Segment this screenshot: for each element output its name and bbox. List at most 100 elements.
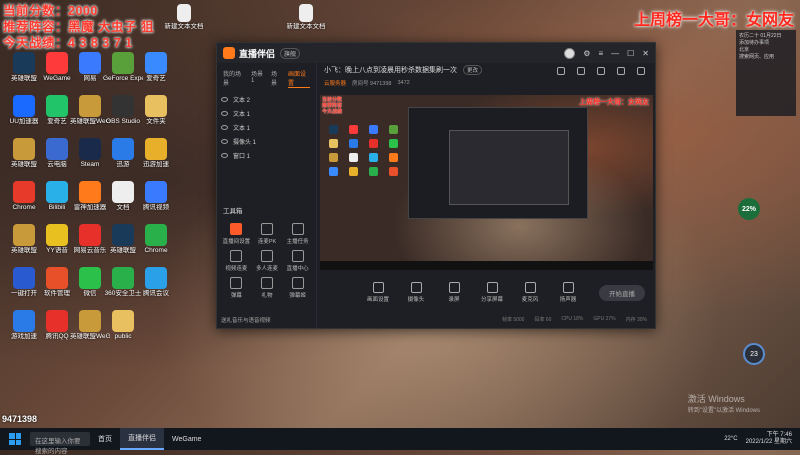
app-icon (46, 267, 68, 289)
desktop-icon-label: 爱奇艺 (146, 75, 166, 82)
preview-icon (348, 139, 358, 148)
system-tray: 22°C 下午 7:46 2022/1/22 星期六 (724, 432, 800, 446)
app-icon (79, 181, 101, 203)
desktop-file-1[interactable]: 新建文本文档 (164, 4, 204, 31)
control-button[interactable]: 画面设置 (364, 281, 392, 303)
tool-button[interactable]: 弹幕 (221, 277, 252, 299)
lock-icon[interactable] (577, 67, 585, 75)
tool-button[interactable]: 多人连麦 (252, 250, 283, 272)
desktop-icon[interactable]: 文件夹 (136, 95, 176, 126)
share-icon[interactable] (597, 67, 605, 75)
tool-button[interactable]: 连麦PK (252, 223, 283, 245)
room-meta-tag: 云服务器 (324, 81, 347, 87)
overlay-score: 当前分数：2000 (3, 4, 98, 18)
eye-icon[interactable] (221, 138, 228, 144)
app-icon (112, 224, 134, 246)
app-icon (145, 95, 167, 117)
tool-button[interactable]: 弹幕姬 (282, 277, 313, 299)
memory-gauge[interactable]: 23 (743, 343, 765, 365)
calendar-widget[interactable]: 农历二十 01月22日 添加待办事项 北京 搜索网页、应用 (736, 30, 796, 116)
app-logo-icon (223, 47, 235, 59)
tool-icon (260, 223, 273, 235)
tool-button[interactable]: 直播中心 (282, 250, 313, 272)
cpu-gauge[interactable]: 22% (738, 198, 760, 220)
preview-icon (348, 153, 358, 162)
source-row[interactable]: 摄像头 1 (217, 134, 316, 148)
start-button[interactable] (6, 430, 24, 448)
weather-text[interactable]: 22°C (724, 436, 737, 442)
viewer-count: 9471398 (2, 414, 38, 424)
bell-icon[interactable] (617, 67, 625, 75)
tab-scene-1[interactable]: 场景1 (251, 69, 265, 88)
desktop-icon[interactable]: 迅游加速 (136, 138, 176, 169)
desktop-icon[interactable]: 腾讯会议 (136, 267, 176, 298)
tools-grid: 直播间设置 连麦PK 主播任务视频连麦 多人连麦 直播中心弹幕 礼物 弹幕姬 (221, 223, 313, 299)
app-icon (13, 95, 35, 117)
desktop-file-2[interactable]: 新建文本文档 (282, 4, 330, 31)
desktop-icon-label: public (114, 333, 132, 340)
close-icon[interactable]: ✕ (642, 49, 649, 58)
tool-button[interactable]: 主播任务 (282, 223, 313, 245)
minimize-icon[interactable]: — (611, 49, 619, 58)
version-badge[interactable]: 旗舰 (280, 47, 301, 59)
stream-overlay-stats: 当前分数：2000 推荐阵容：黑魔 大虫子 狙 今天战绩：4 3 8 3 7 1 (3, 3, 154, 51)
source-row[interactable]: 文本 1 (217, 106, 316, 120)
taskbar-app-wegame[interactable]: WeGame (164, 428, 209, 450)
settings-icon[interactable]: ⚙ (583, 49, 590, 58)
desktop-icon[interactable]: 爱奇艺 (136, 52, 176, 83)
scene-sidebar: 我的场景 场景1 场景 画面设置 文本 2 文本 1 文本 1 摄像头 1 窗口 1 工… (217, 63, 317, 328)
clock[interactable]: 下午 7:46 2022/1/22 星期六 (746, 432, 792, 446)
preview-icon (368, 125, 378, 134)
app-icon (46, 138, 68, 160)
desktop-icon-label: Chrome (144, 247, 168, 254)
preview-stat-3: 今天战绩 (322, 109, 343, 115)
edit-title-button[interactable]: 更改 (463, 65, 483, 75)
source-row[interactable]: 窗口 1 (217, 148, 316, 162)
menu-icon[interactable]: ≡ (598, 49, 603, 58)
source-row[interactable]: 文本 2 (217, 92, 316, 106)
link-icon[interactable] (637, 67, 645, 75)
control-button[interactable]: 分享屏幕 (478, 281, 506, 303)
app-name: 直播伴侣 (239, 48, 276, 59)
taskbar-app-streaming[interactable]: 直播伴侣 (120, 428, 164, 450)
control-button[interactable]: 摄像头 (402, 281, 430, 303)
tool-button[interactable]: 礼物 (252, 277, 283, 299)
control-button[interactable]: 录屏 (440, 281, 468, 303)
stream-preview[interactable]: 当前分数 推荐阵容 今天战绩 上周榜一大哥：女网友 (320, 95, 653, 270)
clock-date: 2022/1/22 星期六 (745, 439, 792, 445)
side-footer[interactable]: 送礼音乐与语音视频 (221, 316, 271, 324)
tool-button[interactable]: 视频连麦 (221, 250, 252, 272)
desktop-icon[interactable]: public (103, 310, 143, 341)
eye-icon[interactable] (221, 152, 228, 158)
app-icon (112, 181, 134, 203)
preview-icon (388, 125, 398, 134)
control-button[interactable]: 麦克风 (516, 281, 544, 303)
source-label: 文本 2 (233, 97, 251, 104)
preview-nested-window-2 (449, 130, 569, 205)
maximize-icon[interactable]: ☐ (627, 49, 634, 58)
eye-icon[interactable] (221, 124, 228, 130)
room-meta: 云服务器 房间号 9471398 3472 (318, 77, 655, 89)
source-list: 文本 2 文本 1 文本 1 摄像头 1 窗口 1 (217, 92, 316, 162)
taskbar-app-home[interactable]: 首页 (90, 428, 120, 450)
app-icon (79, 267, 101, 289)
preview-icon (328, 153, 338, 162)
clock-time: 下午 7:46 (766, 432, 792, 438)
user-avatar[interactable] (564, 47, 576, 59)
tab-display-settings[interactable]: 画面设置 (288, 69, 311, 88)
control-button[interactable]: 扬声器 (554, 281, 582, 303)
source-row[interactable]: 文本 1 (217, 120, 316, 134)
taskbar-search[interactable]: 在这里输入你要搜索的内容 (30, 432, 90, 455)
preview-desktop-icons (323, 125, 403, 176)
main-panel: 小飞：晚上八点到凌晨用秒杀数据集刷一次 更改 云服务器 房间号 9471398 … (318, 63, 655, 328)
control-label: 分享屏幕 (480, 296, 503, 303)
tool-button[interactable]: 直播间设置 (221, 223, 252, 245)
go-live-button[interactable]: 开始直播 (599, 285, 645, 301)
tab-my-scene[interactable]: 我的场景 (223, 69, 245, 88)
layout-icon[interactable] (557, 67, 565, 75)
desktop-icon[interactable]: 腾讯视频 (136, 181, 176, 212)
tab-scene[interactable]: 场景 (271, 69, 282, 88)
desktop-icon[interactable]: Chrome (136, 224, 176, 255)
eye-icon[interactable] (221, 110, 228, 116)
eye-icon[interactable] (221, 96, 228, 102)
